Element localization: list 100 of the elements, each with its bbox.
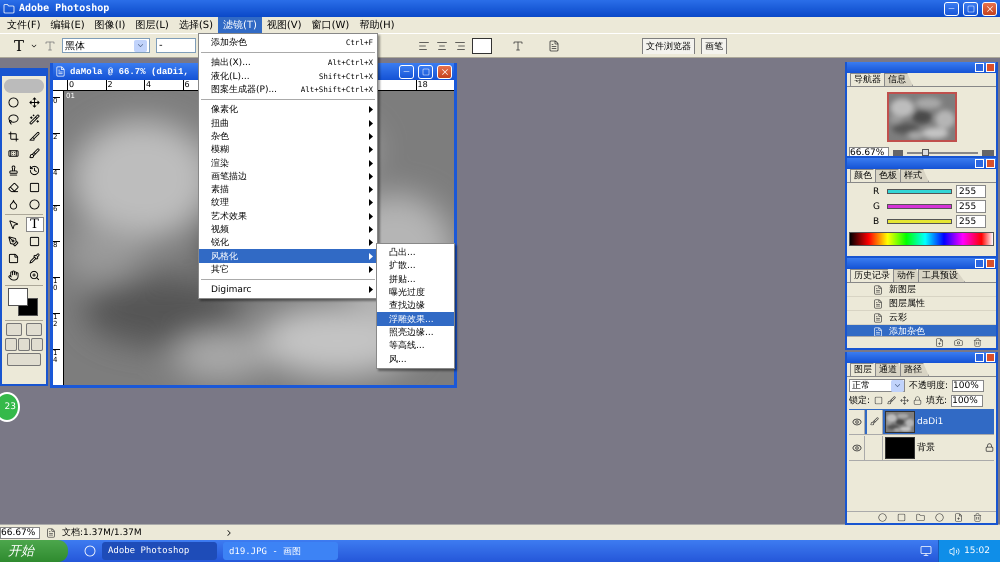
jump-to-button[interactable] [7,353,41,366]
menu-item[interactable]: 帮助(H) [354,17,400,33]
quick-mask-button[interactable] [26,323,42,336]
layer-row[interactable]: daDi1 [849,409,994,435]
submenu-item[interactable]: 画笔描边 [199,170,377,183]
screen-mode-button[interactable] [31,338,43,351]
channel-value-field[interactable]: 255 [956,215,986,228]
channel-slider[interactable] [887,189,952,194]
taskbar-button[interactable]: d19.JPG - 画图 [223,542,338,560]
palette-tab[interactable]: 信息 [884,73,913,86]
new-layer-icon[interactable] [954,513,963,522]
close-button[interactable] [986,259,995,268]
submenu-item[interactable]: 视频 [199,222,377,236]
menu-item[interactable]: 扩散... [377,259,454,273]
submenu-item[interactable]: 渲染 [199,156,377,170]
move-icon[interactable] [900,396,910,405]
submenu-item[interactable]: 像素化 [199,103,377,116]
menu-item[interactable]: 曝光过度 [377,286,454,300]
warp-text-icon[interactable] [512,40,524,52]
trash-icon[interactable] [973,338,982,347]
menu-item[interactable]: 图像(I) [90,17,130,33]
zoom-field[interactable]: 66.67% [0,526,40,538]
channel-slider[interactable] [887,204,952,209]
menu-item[interactable]: 文件(F) [2,17,46,33]
history-item[interactable]: 图层属性 [847,297,996,311]
channel-value-field[interactable]: 255 [956,200,986,213]
menu-item[interactable]: 照亮边缘... [377,326,454,340]
fill-field[interactable]: 100% [951,394,984,406]
menu-item[interactable]: 编辑(E) [46,17,90,33]
maximize-button[interactable] [418,64,433,78]
palette-tab[interactable]: 样式 [900,169,929,182]
screen-mode-button[interactable] [5,338,17,351]
lock-pixels-icon[interactable] [874,396,884,405]
submenu-item[interactable]: 扭曲 [199,116,377,130]
zoom-field[interactable]: 66.67% [849,147,889,156]
menu-item[interactable]: 图层(L) [130,17,174,33]
menu-item[interactable]: 凸出... [377,246,454,260]
close-button[interactable] [986,353,995,362]
text-tool[interactable]: T [26,217,44,232]
submenu-item[interactable]: 其它 [199,262,377,276]
minimize-button[interactable] [399,64,414,78]
blend-mode-select[interactable]: 正常 [849,379,905,392]
volume-icon[interactable] [949,546,960,556]
menu-item[interactable]: 风... [377,352,454,366]
font-style-field[interactable]: - [156,38,196,53]
submenu-item[interactable]: 杂色 [199,130,377,144]
submenu-item[interactable]: 纹理 [199,196,377,210]
minimize-button[interactable] [975,259,984,268]
align-right-icon[interactable] [454,40,466,52]
submenu-item[interactable]: 素描 [199,182,377,196]
submenu-item[interactable]: 风格化 [199,249,377,263]
new-document-icon[interactable] [935,338,944,347]
folder-icon[interactable] [916,513,925,522]
text-color-swatch[interactable] [472,38,492,54]
restore-button[interactable] [963,2,978,16]
history-item[interactable]: 新图层 [847,283,996,297]
layer-row[interactable]: 背景 [849,435,994,461]
minimize-button[interactable] [975,63,984,72]
palettes-icon[interactable] [548,40,560,52]
taskbar-button[interactable]: Adobe Photoshop [102,542,217,560]
lock-icon[interactable] [913,396,922,405]
submenu-item[interactable]: 艺术效果 [199,210,377,223]
submenu-item[interactable]: Digimarc [199,283,377,296]
palette-well-tab[interactable]: 文件浏览器 [642,38,696,54]
camera-icon[interactable] [954,338,963,347]
history-item[interactable]: 添加杂色 [847,325,996,336]
menu-item[interactable]: 滤镜(T) [218,17,262,33]
menu-item[interactable]: 窗口(W) [306,17,354,33]
text-tool-preset[interactable]: T [14,36,24,54]
menu-item[interactable]: 查找边缘 [377,299,454,312]
menu-item[interactable]: 视图(V) [262,17,307,33]
eye-icon[interactable] [852,416,862,426]
start-button[interactable]: 开始 [0,540,68,562]
menu-item[interactable]: 选择(S) [174,17,218,33]
minimize-button[interactable] [975,159,984,168]
menu-item[interactable]: 浮雕效果... [377,312,454,326]
standard-mode-button[interactable] [6,323,22,336]
monitor-icon[interactable] [920,545,932,557]
close-button[interactable] [982,2,997,16]
screen-mode-button[interactable] [18,338,30,351]
menu-item[interactable]: 等高线... [377,339,454,352]
palette-well-tab[interactable]: 画笔 [701,38,728,54]
minimize-button[interactable] [975,353,984,362]
align-center-icon[interactable] [436,40,448,52]
brush-icon[interactable] [887,396,896,405]
close-button[interactable] [986,159,995,168]
opacity-field[interactable]: 100% [952,380,984,392]
mask-icon[interactable] [897,513,906,522]
font-family-field[interactable]: 黑体 [62,38,150,53]
minimize-button[interactable] [944,2,959,16]
channel-value-field[interactable]: 255 [956,185,986,198]
color-spectrum[interactable] [849,232,994,246]
align-left-icon[interactable] [418,40,430,52]
submenu-item[interactable]: 锐化 [199,236,377,250]
text-orientation-icon[interactable] [44,40,56,52]
submenu-item[interactable]: 模糊 [199,143,377,156]
palette-tab[interactable]: 路径 [900,363,929,376]
eye-icon[interactable] [852,442,862,452]
channel-slider[interactable] [887,219,952,224]
close-button[interactable] [986,63,995,72]
